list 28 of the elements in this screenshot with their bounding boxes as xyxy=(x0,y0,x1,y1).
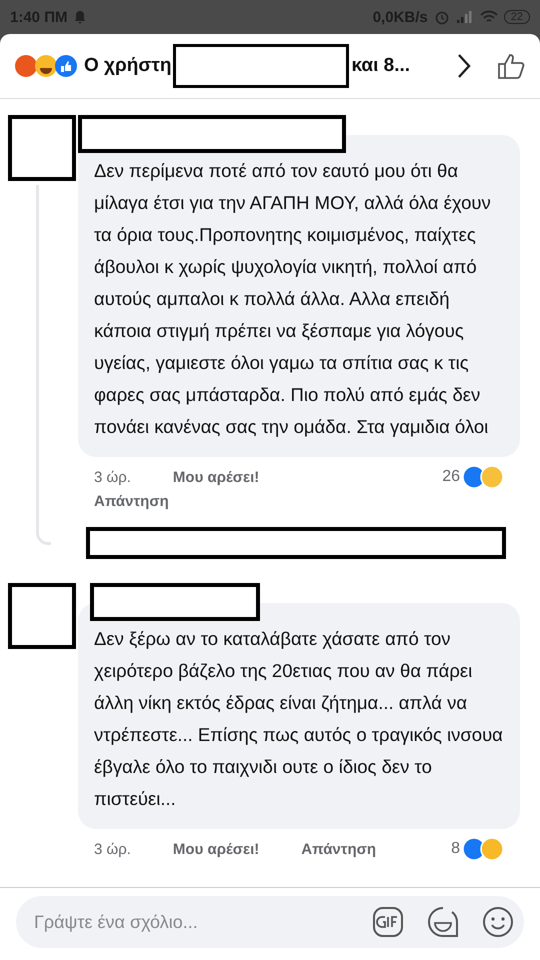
like-link[interactable]: Μου αρέσει! xyxy=(172,468,260,486)
post-title: Ο χρήστη xyxy=(84,55,172,77)
sticker-icon[interactable] xyxy=(426,905,460,939)
alarm-icon xyxy=(434,9,450,25)
emoji-icon[interactable] xyxy=(482,906,514,938)
comment-text: Δεν περίμενα ποτέ από τον εαυτό μου ότι θα μίλαγα έτσι για την ΑΓΑΠΗ ΜΟΥ, αλλά όλα έχουν τα όρια τους.Προπονητης κοιμισμένος, παίχτες άβουλοι κ χωρίς ψυχολογία νικητή, πολλοί από αυτούς αμπαλοι κ πολλά άλλα. Αλλα επειδή κάποια στιγμή πρέπει να ξέσπαμε για λόγους υγείας, γαμιεστε όλοι γαμω τα σπίτια σας κ τις φαρες σας μπάσταρδα. Πιο πολύ από εμάς δεν πονάει κανένας σας την ομάδα. Στα γαμιδια όλοι xyxy=(94,159,492,439)
reaction-icons xyxy=(462,465,504,489)
reaction-count: 26 xyxy=(442,468,460,486)
redaction-box xyxy=(8,115,76,181)
like-icon[interactable] xyxy=(496,51,526,81)
reaction-count: 8 xyxy=(451,840,460,858)
signal-icon xyxy=(456,10,474,24)
post-title: και 8... xyxy=(351,55,410,77)
redaction-box xyxy=(8,583,76,649)
chevron-right-icon[interactable] xyxy=(456,53,472,79)
comment-input[interactable]: Γράψτε ένα σχόλιο... xyxy=(32,910,350,934)
comment-text: Δεν ξέρω αν το καταλάβατε χάσατε από τον χειρότερο βάζελο της 20ετιας που αν θα πάρει άλλη νίκη εκτός έδρας είναι ζήτημα... απλά να ντρέπεστε... Επίσης πως αυτός ο τραγικός ινσουα έβγαλε όλο το παιχνιδι ουτε ο ίδιος δεν το πιστεύει... xyxy=(94,627,504,811)
bell-icon xyxy=(74,10,86,24)
reply-link[interactable]: Απάντηση xyxy=(301,840,376,858)
comment-time: 3 ώρ. xyxy=(94,840,131,858)
reaction-icons xyxy=(14,54,78,78)
comment-field[interactable]: Γράψτε ένα σχόλιο... xyxy=(16,896,524,948)
gif-icon[interactable] xyxy=(372,906,404,938)
reply-link[interactable]: Απάντηση xyxy=(94,493,169,510)
wifi-icon xyxy=(480,10,498,24)
comment-time: 3 ώρ. xyxy=(94,468,131,486)
reaction-icons xyxy=(462,837,504,861)
like-link[interactable]: Μου αρέσει! xyxy=(172,840,260,858)
